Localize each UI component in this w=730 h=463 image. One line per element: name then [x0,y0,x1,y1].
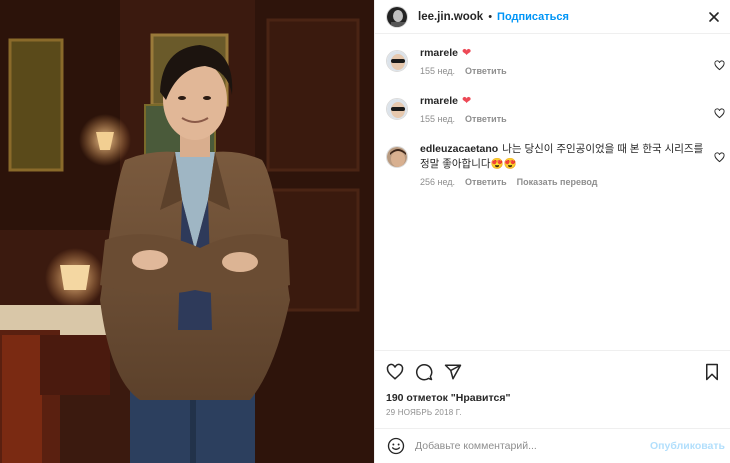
comment-age: 155 нед. [420,114,456,124]
reply-button[interactable]: Ответить [465,114,507,124]
commenter-avatar[interactable] [386,50,408,72]
photo-illustration [0,0,374,463]
heart-icon[interactable] [386,363,404,381]
comment-age: 256 нед. [420,177,456,187]
author-avatar[interactable] [386,5,408,28]
comment-username[interactable]: rmarele [420,95,458,107]
comment-item: edleuzacaetano 나는 당신이 주인공이었을 때 본 한국 시리즈를 … [375,142,730,202]
reply-button[interactable]: Ответить [465,177,507,187]
follow-button[interactable]: Подписаться [497,11,569,23]
author-username[interactable]: lee.jin.wook [418,11,483,23]
comment-age: 155 нед. [420,66,456,76]
comment-input[interactable] [415,440,655,452]
comment-list: rmarele ❤ 155 нед. Ответить rmarele ❤ 15… [375,46,730,202]
header-separator: • [488,10,493,23]
commenter-avatar[interactable] [386,146,408,168]
heart-icon[interactable] [714,60,725,71]
bookmark-icon[interactable] [703,363,721,381]
post-photo[interactable] [0,0,374,463]
post-actions [375,350,730,390]
add-comment-bar: Опубликовать [375,428,730,463]
heart-icon[interactable] [714,108,725,119]
post-details-panel: lee.jin.wook • Подписаться rmarele ❤ 155… [374,0,730,463]
comment-text: ❤ [461,47,472,59]
post-header: lee.jin.wook • Подписаться [375,0,730,34]
reply-button[interactable]: Ответить [465,66,507,76]
comment-item: rmarele ❤ 155 нед. Ответить [375,94,730,142]
comment-text: ❤ [461,95,472,107]
post-date[interactable]: 29 НОЯБРЬ 2018 Г. [386,408,462,417]
emoji-icon[interactable] [387,437,405,455]
share-icon[interactable] [444,363,462,381]
close-icon[interactable] [706,9,722,25]
comment-item: rmarele ❤ 155 нед. Ответить [375,46,730,94]
likes-count[interactable]: 190 отметок "Нравится" [386,392,510,404]
heart-icon[interactable] [714,152,725,163]
comment-username[interactable]: edleuzacaetano [420,143,498,155]
publish-button[interactable]: Опубликовать [650,440,725,452]
show-translation-button[interactable]: Показать перевод [517,177,598,187]
comment-icon[interactable] [415,363,433,381]
post-modal: lee.jin.wook • Подписаться rmarele ❤ 155… [0,0,730,463]
comment-username[interactable]: rmarele [420,47,458,59]
commenter-avatar[interactable] [386,98,408,120]
